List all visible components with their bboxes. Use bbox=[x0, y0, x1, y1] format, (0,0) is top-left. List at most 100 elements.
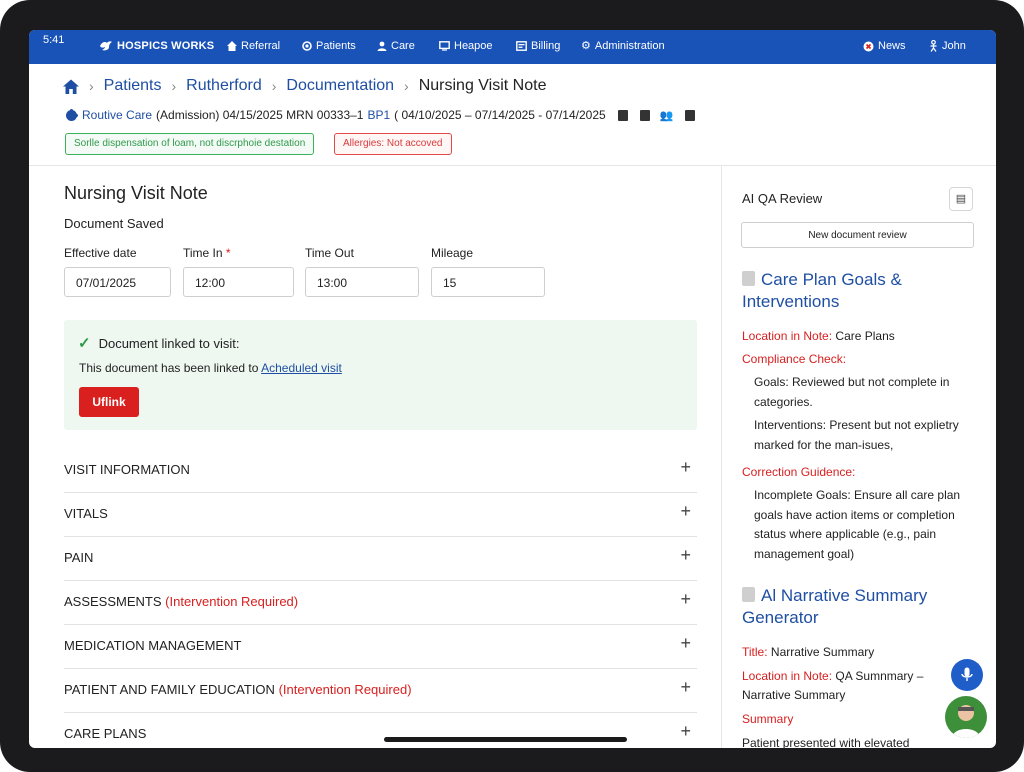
nav-item-label: Patients bbox=[316, 40, 356, 52]
section-title: ASSESSMENTS bbox=[64, 594, 162, 609]
home-icon[interactable] bbox=[63, 79, 79, 94]
breadcrumb: › Patients › Rutherford › Documentation … bbox=[63, 77, 546, 95]
section-care-plans[interactable]: CARE PLANS + bbox=[64, 712, 697, 748]
nav-user-label: John bbox=[942, 40, 966, 52]
section-label: CARE PLANS bbox=[64, 726, 146, 741]
panel-divider bbox=[721, 166, 722, 748]
header-divider bbox=[29, 165, 996, 166]
nav-item-care[interactable]: Care bbox=[377, 40, 415, 52]
summary-label: Summary bbox=[742, 712, 794, 726]
section-label: VITALS bbox=[64, 506, 108, 521]
admission-info: (Admission) 04/15/2025 MRN 00333–1 bbox=[156, 108, 364, 122]
nav-news-label: News bbox=[878, 40, 906, 52]
plus-icon[interactable]: + bbox=[680, 502, 691, 520]
plus-icon[interactable]: + bbox=[680, 546, 691, 564]
dove-icon bbox=[100, 41, 112, 51]
nav-item-administration[interactable]: ⚙ Administration bbox=[581, 40, 665, 52]
plus-icon[interactable]: + bbox=[680, 458, 691, 476]
person-icon bbox=[930, 40, 937, 52]
mileage-input[interactable]: 15 bbox=[431, 267, 545, 297]
section-assessments[interactable]: ASSESSMENTS (Intervention Required) + bbox=[64, 580, 697, 625]
required-mark: * bbox=[225, 246, 231, 260]
home-indicator bbox=[384, 737, 627, 742]
ai-qa-review-title: AI QA Review bbox=[742, 191, 823, 206]
section-title: PAIN bbox=[64, 550, 94, 565]
time-in-label-text: Time In bbox=[183, 246, 223, 260]
summary-label-line: Summary bbox=[742, 712, 793, 726]
care-plan-location: Location in Note: Care Plans bbox=[742, 329, 895, 343]
section-title: VITALS bbox=[64, 506, 108, 521]
status-time: 5:41 bbox=[43, 34, 65, 46]
breadcrumb-current: Nursing Visit Note bbox=[418, 77, 547, 94]
section-patient-family-education[interactable]: PATIENT AND FAMILY EDUCATION (Interventi… bbox=[64, 668, 697, 713]
location-label: Location in Note: bbox=[742, 669, 833, 683]
breadcrumb-documentation[interactable]: Documentation bbox=[286, 77, 394, 95]
section-medication-management[interactable]: MEDICATION MANAGEMENT + bbox=[64, 624, 697, 669]
plus-icon[interactable]: + bbox=[680, 722, 691, 740]
new-document-review-button[interactable]: New document review bbox=[741, 222, 974, 248]
nav-news[interactable]: News bbox=[863, 40, 906, 52]
nav-user[interactable]: John bbox=[929, 40, 966, 52]
goals-text: Goals: Reviewed but not complete in cate… bbox=[754, 375, 950, 409]
location-value: Care Plans bbox=[835, 329, 895, 343]
section-label: VISIT INFORMATION bbox=[64, 462, 190, 477]
monitor-icon bbox=[439, 41, 450, 51]
chevron-right-icon: › bbox=[89, 78, 94, 94]
narrative-heading-text: Al Narrative Summary Generator bbox=[742, 586, 928, 627]
scheduled-visit-link[interactable]: Acheduled visit bbox=[261, 361, 342, 375]
book-icon[interactable] bbox=[617, 109, 628, 121]
clipboard-icon[interactable]: ▤ bbox=[949, 187, 973, 211]
time-in-label: Time In * bbox=[183, 246, 231, 260]
nav-item-label: Heapoe bbox=[454, 40, 493, 52]
news-icon bbox=[863, 41, 874, 51]
plus-icon[interactable]: + bbox=[680, 590, 691, 608]
section-label: ASSESSMENTS (Intervention Required) bbox=[64, 594, 298, 609]
title-value: Narrative Summary bbox=[770, 645, 875, 659]
plus-icon[interactable]: + bbox=[680, 678, 691, 696]
time-out-input[interactable]: 13:00 bbox=[305, 267, 419, 297]
nav-item-heapoe[interactable]: Heapoe bbox=[439, 40, 493, 52]
narrative-heading: Al Narrative Summary Generator bbox=[742, 585, 972, 629]
section-title: CARE PLANS bbox=[64, 726, 147, 741]
section-label: MEDICATION MANAGEMENT bbox=[64, 638, 241, 653]
section-title: VISIT INFORMATION bbox=[64, 462, 190, 477]
nav-item-patients[interactable]: Patients bbox=[302, 40, 356, 52]
care-plan-heading: Care Plan Goals & Interventions bbox=[742, 269, 972, 313]
brand-logo[interactable]: HOSPICS WORKS bbox=[99, 40, 214, 52]
effective-date-input[interactable]: 07/01/2025 bbox=[64, 267, 171, 297]
section-visit-information[interactable]: VISIT INFORMATION + bbox=[64, 448, 697, 493]
section-pain[interactable]: PAIN + bbox=[64, 536, 697, 581]
nav-item-label: Care bbox=[391, 40, 415, 52]
section-vitals[interactable]: VITALS + bbox=[64, 492, 697, 537]
group-icon[interactable]: 👥 bbox=[660, 109, 674, 122]
time-out-label: Time Out bbox=[305, 246, 354, 260]
correction-guidance-label: Correction Guidence: bbox=[742, 465, 855, 479]
microphone-icon[interactable] bbox=[951, 659, 983, 691]
nav-item-label: Referral bbox=[241, 40, 281, 52]
brand-name: HOSPICS WORKS bbox=[117, 40, 215, 52]
section-label: PAIN bbox=[64, 550, 93, 565]
breadcrumb-patients[interactable]: Patients bbox=[104, 77, 162, 95]
time-in-input[interactable]: 12:00 bbox=[183, 267, 294, 297]
document-icon[interactable] bbox=[639, 109, 650, 121]
location-label: Location in Note: bbox=[742, 329, 833, 343]
chevron-right-icon: › bbox=[171, 78, 177, 94]
compliance-check-label: Compliance Check: bbox=[742, 352, 846, 366]
linked-visit-title: ✓ Document linked to visit: bbox=[78, 334, 239, 352]
plus-icon[interactable]: + bbox=[680, 634, 691, 652]
breadcrumb-patient-name[interactable]: Rutherford bbox=[186, 77, 262, 95]
narrative-title-line: Title: Narrative Summary bbox=[742, 645, 874, 659]
benefit-period-link[interactable]: BP1 bbox=[367, 108, 390, 122]
briefcase-icon[interactable] bbox=[685, 109, 696, 121]
nav-item-label: Billing bbox=[531, 40, 561, 52]
mileage-label: Mileage bbox=[431, 246, 474, 260]
nav-item-referral[interactable]: Referral bbox=[227, 40, 280, 52]
care-type-link[interactable]: Routive Care bbox=[82, 108, 152, 122]
assistant-avatar[interactable] bbox=[945, 696, 987, 738]
nav-item-billing[interactable]: Billing bbox=[516, 40, 560, 52]
circle-icon bbox=[302, 41, 312, 51]
screen: 5:41 HOSPICS WORKS Referral Patients Car… bbox=[29, 30, 996, 748]
summary-text: Patient presented with elevated bbox=[742, 736, 910, 748]
linked-visit-title-text: Document linked to visit: bbox=[98, 335, 240, 351]
unlink-button[interactable]: Uflink bbox=[79, 387, 139, 417]
